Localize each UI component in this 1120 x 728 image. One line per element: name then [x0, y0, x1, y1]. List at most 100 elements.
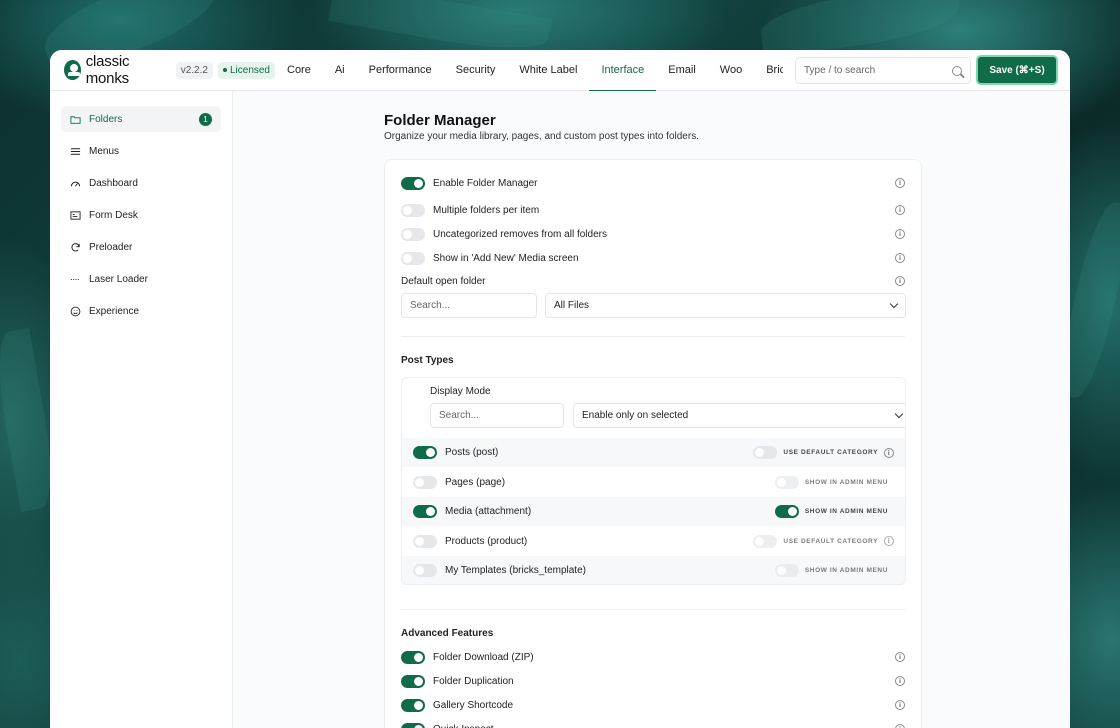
main-content: Folder Manager Organize your media libra… — [233, 91, 1070, 728]
sidebar-item-label: Preloader — [89, 241, 133, 253]
sidebar-item-label: Form Desk — [89, 209, 138, 221]
post-type-option: SHOW IN ADMIN MENU — [774, 505, 894, 518]
sidebar-item-label: Dashboard — [89, 177, 138, 189]
save-button[interactable]: Save (⌘+S) — [976, 55, 1058, 85]
option-toggle-switch[interactable] — [774, 475, 799, 489]
count-badge: 1 — [199, 112, 212, 126]
tab-bricks[interactable]: Bricks — [754, 50, 783, 91]
toggle-switch[interactable] — [401, 251, 425, 265]
toggle-switch[interactable] — [413, 534, 437, 548]
default-folder-search-input[interactable] — [401, 293, 537, 318]
info-icon[interactable]: i — [895, 178, 905, 188]
option-toggle-switch[interactable] — [753, 446, 778, 459]
info-icon[interactable]: i — [895, 253, 905, 263]
setting-label: Uncategorized removes from all folders — [433, 228, 607, 240]
divider — [401, 609, 905, 610]
info-icon[interactable]: i — [895, 676, 905, 686]
tab-white-label[interactable]: White Label — [507, 50, 589, 91]
option-toggle-switch[interactable] — [753, 534, 778, 548]
tab-core[interactable]: Core — [275, 50, 323, 91]
post-type-label: Pages (page) — [445, 476, 506, 488]
sidebar-item-laser-loader[interactable]: Laser Loader — [61, 266, 221, 292]
post-type-row: Pages (page) SHOW IN ADMIN MENU — [402, 468, 905, 497]
sidebar-item-preloader[interactable]: Preloader — [61, 234, 221, 260]
info-icon[interactable]: i — [895, 700, 905, 710]
info-icon[interactable]: i — [884, 536, 894, 546]
info-icon[interactable]: i — [895, 724, 905, 728]
dashboard-icon — [70, 178, 81, 189]
toggle-switch[interactable] — [413, 475, 437, 489]
setting-label: Gallery Shortcode — [433, 699, 514, 711]
toggle-switch[interactable] — [401, 650, 425, 664]
option-label: SHOW IN ADMIN MENU — [804, 567, 888, 574]
info-icon[interactable]: i — [884, 447, 894, 458]
folder-icon — [70, 114, 81, 125]
display-mode-label: Display Mode — [430, 386, 491, 397]
setting-enable-folder-manager: Enable Folder Manager i — [401, 174, 905, 192]
post-type-row: Posts (post) USE DEFAULT CATEGORY i — [402, 438, 905, 467]
default-folder-select[interactable]: All Files — [545, 293, 906, 318]
sidebar: Folders 1 Menus Dashboard Form Desk Preloader… — [50, 91, 233, 728]
sidebar-item-dashboard[interactable]: Dashboard — [61, 170, 221, 196]
top-bar: classic monks v2.2.2 Licensed Core Ai Perf… — [50, 50, 1070, 91]
menu-icon — [70, 146, 81, 157]
option-label: SHOW IN ADMIN MENU — [804, 508, 888, 515]
info-icon[interactable]: i — [895, 276, 905, 286]
post-type-label: Posts (post) — [445, 447, 499, 458]
sidebar-item-experience[interactable]: Experience — [61, 298, 221, 324]
advanced-quick-inspect: Quick Inspect i — [401, 720, 905, 728]
license-label: Licensed — [229, 64, 270, 76]
toggle-switch[interactable] — [401, 227, 425, 241]
sidebar-item-folders[interactable]: Folders 1 — [61, 106, 221, 132]
tab-email[interactable]: Email — [656, 50, 708, 91]
toggle-switch[interactable] — [413, 564, 437, 577]
sidebar-item-label: Experience — [89, 305, 140, 317]
option-toggle-switch[interactable] — [774, 564, 799, 577]
setting-show-in-add-new-media-screen: Show in 'Add New' Media screen i — [401, 249, 905, 267]
toggle-switch[interactable] — [401, 722, 425, 728]
toggle-switch[interactable] — [413, 446, 437, 459]
tab-woo[interactable]: Woo — [708, 50, 754, 91]
post-type-label: Media (attachment) — [445, 506, 532, 517]
advanced-folder-download-zip: Folder Download (ZIP) i — [401, 648, 905, 666]
tab-interface[interactable]: Interface — [589, 50, 657, 91]
display-mode-select[interactable]: Enable only on selected — [573, 403, 905, 428]
tab-ai[interactable]: Ai — [323, 50, 357, 91]
setting-label: Folder Download (ZIP) — [433, 651, 534, 663]
post-type-row: Media (attachment) SHOW IN ADMIN MENU — [402, 497, 905, 526]
info-icon[interactable]: i — [895, 652, 905, 662]
post-type-label: My Templates (bricks_template) — [445, 565, 586, 576]
classic-monks-logo-icon — [64, 60, 81, 80]
search-box[interactable] — [795, 57, 971, 84]
post-types-search-input[interactable] — [430, 403, 564, 428]
option-label: USE DEFAULT CATEGORY — [783, 537, 878, 545]
search-input[interactable] — [804, 65, 934, 76]
setting-label: Quick Inspect — [433, 724, 494, 728]
post-types-panel: Display Mode Enable only on selected Pos… — [401, 377, 906, 585]
info-icon[interactable]: i — [895, 229, 905, 239]
setting-label: Enable Folder Manager — [433, 177, 538, 189]
toggle-switch[interactable] — [401, 698, 425, 712]
sidebar-item-label: Menus — [89, 145, 120, 157]
setting-uncategorized-removes-from-all-folders: Uncategorized removes from all folders i — [401, 225, 905, 243]
advanced-features-title: Advanced Features — [401, 628, 494, 639]
chevron-down-icon — [894, 409, 904, 419]
tab-security[interactable]: Security — [444, 50, 508, 91]
info-icon[interactable]: i — [895, 205, 905, 215]
advanced-gallery-shortcode: Gallery Shortcode i — [401, 696, 905, 714]
toggle-switch[interactable] — [401, 176, 425, 190]
post-types-title: Post Types — [401, 355, 454, 366]
setting-multiple-folders-per-item: Multiple folders per item i — [401, 201, 905, 219]
tab-performance[interactable]: Performance — [357, 50, 444, 91]
sidebar-item-menus[interactable]: Menus — [61, 138, 221, 164]
option-label: USE DEFAULT CATEGORY — [783, 449, 878, 456]
smiley-icon — [70, 306, 81, 317]
toggle-switch[interactable] — [413, 505, 437, 518]
version-badge: v2.2.2 — [175, 61, 213, 79]
settings-card: Enable Folder Manager i Multiple folders p… — [384, 159, 922, 728]
option-toggle-switch[interactable] — [774, 505, 799, 518]
sidebar-item-form-desk[interactable]: Form Desk — [61, 202, 221, 228]
toggle-switch[interactable] — [401, 203, 425, 217]
toggle-switch[interactable] — [401, 674, 425, 688]
page-subtitle: Organize your media library, pages, and … — [384, 131, 699, 142]
